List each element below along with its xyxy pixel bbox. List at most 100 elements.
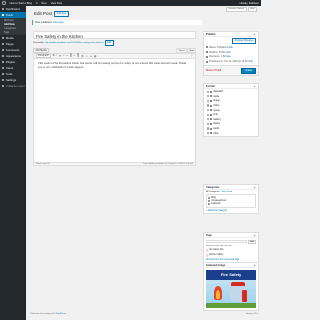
remove-tag-icon[interactable]: ⓧ <box>206 248 208 252</box>
category-item[interactable]: Featured <box>208 202 254 206</box>
radio-button[interactable] <box>207 99 210 103</box>
radio-button[interactable] <box>207 95 210 98</box>
sidebar-item-label: Tools <box>5 72 13 76</box>
post-title-input[interactable]: Fire Safety in the Kitchen <box>33 31 196 39</box>
edit-status-link[interactable]: Edit <box>229 46 233 49</box>
toolbar-toggle-icon[interactable]: ▦ <box>94 55 96 58</box>
help-tab[interactable]: Help <box>247 7 257 12</box>
radio-button[interactable] <box>207 109 210 112</box>
format-icon <box>210 127 213 130</box>
radio-button[interactable] <box>207 118 210 121</box>
permalink-row: Permalink: http://publicsiteadmin.com/20… <box>33 40 196 46</box>
checkbox[interactable] <box>208 196 211 199</box>
radio-button[interactable] <box>207 90 210 93</box>
read-more-icon[interactable]: ▭ <box>90 55 92 58</box>
new-tag-input[interactable] <box>206 239 248 243</box>
category-label: Featured <box>211 202 221 205</box>
account-greeting[interactable]: Howdy, Kathleen <box>240 2 259 5</box>
visibility-text: Visibility: Public <box>209 50 226 54</box>
flame-inner-graphic <box>216 290 220 299</box>
edit-visibility-link[interactable]: Edit <box>226 51 230 54</box>
sidebar-item-label: Users <box>5 66 14 70</box>
new-content-link[interactable]: New <box>41 2 46 5</box>
tab-all-categories[interactable]: All Categories <box>206 191 220 193</box>
format-label: Image <box>213 99 220 103</box>
featured-image-header[interactable]: Featured Image ▲ <box>204 263 258 268</box>
permalink-label: Permalink: <box>33 41 45 44</box>
add-new-button[interactable]: Add New <box>54 11 69 17</box>
unlink-icon[interactable]: ✂ <box>86 55 88 58</box>
comments-count[interactable]: 0 <box>36 2 37 5</box>
featured-image-title: Fire Safety <box>206 270 256 280</box>
collapse-menu-button[interactable]: Collapse menu <box>0 83 26 89</box>
bullet-list-icon[interactable]: ☰ <box>59 55 61 58</box>
blockquote-icon[interactable]: ❝ <box>66 55 67 58</box>
add-tag-button[interactable]: Add <box>248 239 256 244</box>
toggle-arrow-icon[interactable]: ▲ <box>253 234 256 237</box>
revisions-text: Revisions: 2 <box>209 55 223 59</box>
preview-changes-button[interactable]: Preview Changes <box>232 38 256 44</box>
view-post-link[interactable]: View Post <box>51 2 63 5</box>
italic-icon[interactable]: I <box>56 55 57 57</box>
appearance-icon <box>2 54 5 58</box>
checkbox[interactable] <box>208 199 211 202</box>
radio-button[interactable] <box>207 127 210 130</box>
screen-options-tab[interactable]: Screen Options <box>226 7 247 12</box>
checkbox[interactable] <box>208 202 211 206</box>
update-button[interactable]: Update <box>241 67 256 74</box>
box-title: Featured Image <box>206 263 226 267</box>
admin-sidebar: Dashboard Posts All Posts Add New Catego… <box>0 6 26 320</box>
edit-permalink-button[interactable]: Edit <box>104 40 114 46</box>
toggle-arrow-icon[interactable]: ▲ <box>253 85 256 88</box>
move-to-trash-link[interactable]: Move to Trash <box>206 69 221 72</box>
tools-icon <box>2 72 5 76</box>
radio-button[interactable] <box>207 113 210 116</box>
format-option-chat[interactable]: Chat <box>204 131 258 136</box>
page-title-row: Edit Post Add New <box>34 11 69 17</box>
format-label: Quote <box>213 108 220 112</box>
screen-meta-links: Screen Options Help <box>226 7 257 12</box>
fullscreen-icon[interactable]: ⤢ <box>191 55 193 57</box>
toggle-arrow-icon[interactable]: ▲ <box>253 33 256 36</box>
edit-date-link[interactable]: Edit <box>249 60 253 63</box>
numbered-list-icon[interactable]: ≡ <box>63 55 64 57</box>
sidebar-item-label: Comments <box>5 48 20 52</box>
users-icon <box>2 66 5 70</box>
bold-icon[interactable]: B <box>53 55 55 57</box>
sidebar-item-label: Plugins <box>5 60 16 64</box>
wordpress-logo-icon[interactable] <box>2 1 6 5</box>
wordpress-link[interactable]: WordPress. <box>56 313 67 315</box>
format-select[interactable]: Paragraph <box>36 54 51 58</box>
link-icon[interactable]: ⛓ <box>81 55 84 58</box>
format-label: Gallery <box>213 117 221 121</box>
editor-content[interactable]: This week is Fire Prevention Week. Our t… <box>34 59 195 73</box>
radio-button[interactable] <box>207 122 210 126</box>
footer-thanks: Thank you for creating with WordPress. <box>30 313 66 315</box>
align-center-icon[interactable]: ≡ <box>74 55 75 57</box>
box-title: Publish <box>206 32 216 36</box>
published-on-text: Published on: Oct 12, 2015 @ 15:05 <box>209 60 248 64</box>
browse-revisions-link[interactable]: Browse <box>223 55 231 58</box>
view-post-link[interactable]: View post <box>53 21 64 24</box>
featured-image-box: Featured Image ▲ Fire Safety <box>203 262 259 311</box>
tag-add-row: Add <box>204 238 258 245</box>
sidebar-item-label: Appearance <box>5 54 21 58</box>
submenu-tags[interactable]: Tags <box>0 31 26 35</box>
format-label: Video <box>213 104 220 108</box>
featured-image[interactable]: Fire Safety <box>206 270 256 308</box>
permalink-url[interactable]: http://publicsiteadmin.com/2015/10/fire-… <box>45 42 103 44</box>
category-label: Uncategorized <box>211 199 226 202</box>
toggle-arrow-icon[interactable]: ▲ <box>253 186 256 189</box>
remove-tag-icon[interactable]: ⓧ <box>206 253 208 257</box>
align-right-icon[interactable]: ≣ <box>77 55 79 58</box>
radio-button[interactable] <box>207 104 210 107</box>
add-new-category-link[interactable]: + Add New Category <box>204 208 258 213</box>
tab-most-used[interactable]: Most Used <box>222 191 232 193</box>
radio-button[interactable] <box>207 132 210 135</box>
word-count: Word count: 35 <box>36 163 50 165</box>
toggle-arrow-icon[interactable]: ▲ <box>253 264 256 267</box>
site-name-link[interactable]: How to Start a Blog <box>10 2 32 5</box>
align-left-icon[interactable]: ≣ <box>70 55 72 58</box>
sidebar-item-label: Posts <box>5 13 13 17</box>
pin-icon <box>206 46 208 49</box>
